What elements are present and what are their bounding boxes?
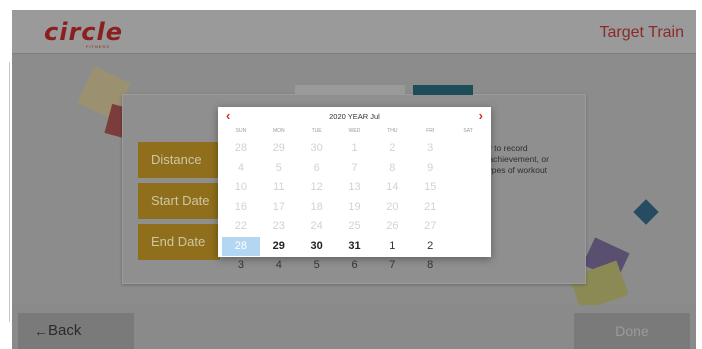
calendar-day-grid: 28 29 30 1 2 3 4 5 6 7 8 9 10 11 12 13 14 15 16 17 18 19 20 21 2… [218, 139, 491, 276]
calendar-day: 28 [234, 142, 248, 154]
calendar-day: 3 [427, 142, 434, 154]
calendar-day: 17 [272, 200, 285, 213]
calendar-day: 4 [237, 161, 244, 174]
calendar-day: 29 [272, 142, 285, 154]
calendar-day: 26 [386, 220, 399, 232]
calendar-day[interactable]: 2 [411, 237, 449, 257]
calendar-day: 9 [427, 161, 434, 174]
calendar-day: 19 [348, 200, 361, 213]
calendar-day: 25 [348, 220, 361, 232]
calendar-day: 2 [389, 142, 396, 154]
app-header: circle FITNESS Target Train [12, 10, 696, 54]
calendar-day: 16 [234, 200, 248, 213]
calendar-day[interactable]: 3 [222, 256, 260, 276]
chevron-right-icon[interactable]: › [479, 109, 483, 123]
weekday-label: MON [272, 128, 285, 134]
brand-logo-text: circle [44, 18, 124, 46]
weekday-label: TUE [311, 128, 322, 134]
distance-button[interactable]: Distance [138, 142, 220, 178]
calendar-day: 7 [351, 161, 358, 174]
description-line: et achievement, or [479, 154, 549, 164]
panel-tab[interactable] [295, 85, 405, 95]
done-button[interactable]: Done [574, 313, 690, 349]
panel-tab-active[interactable] [413, 85, 473, 95]
calendar-day: 11 [273, 181, 285, 193]
calendar-day: 10 [234, 181, 248, 193]
calendar-day: 23 [272, 220, 285, 232]
calendar-day[interactable]: 31 [336, 237, 374, 257]
weekday-label: WED [348, 128, 361, 134]
calendar-day: 21 [424, 200, 437, 213]
calendar-day: 1 [351, 142, 358, 154]
left-frame-edge [0, 62, 10, 322]
calendar-day[interactable]: 6 [336, 256, 374, 276]
calendar-day: 15 [424, 181, 437, 193]
calendar-day[interactable]: 4 [260, 256, 298, 276]
calendar-day: 6 [313, 161, 320, 174]
calendar-day: 18 [310, 200, 323, 213]
weekday-label: THU [387, 128, 398, 134]
start-date-button[interactable]: Start Date [138, 183, 220, 219]
calendar-day[interactable]: 8 [411, 256, 449, 276]
calendar-month-title: 2020 YEAR Jul [329, 112, 380, 121]
calendar-day: 30 [310, 142, 323, 154]
calendar-day[interactable]: 5 [298, 256, 336, 276]
calendar-day: 13 [348, 181, 361, 193]
end-date-button[interactable]: End Date [138, 224, 220, 260]
footer-bar: ← Back Done [12, 305, 696, 349]
calendar-day: 12 [310, 181, 323, 193]
back-button[interactable]: ← Back [18, 313, 134, 349]
calendar-day[interactable]: 1 [373, 237, 411, 257]
panel-description: vity to record et achievement, or ll typ… [479, 143, 587, 176]
calendar-day: 20 [386, 200, 399, 213]
calendar-day: 22 [234, 220, 248, 232]
weekday-label: FRI [426, 128, 435, 134]
description-line: vity to record [479, 143, 528, 153]
weekday-header-row: SUN MON TUE WED THU FRI SAT [218, 128, 491, 136]
weekday-label: SAT [463, 128, 473, 134]
weekday-label: SUN [235, 128, 247, 134]
calendar-day[interactable]: 30 [298, 237, 336, 257]
page-title: Target Train [599, 24, 684, 41]
date-picker-modal: ‹ 2020 YEAR Jul › SUN MON TUE WED THU FRI SAT … [218, 107, 491, 271]
calendar-day[interactable]: 7 [373, 256, 411, 276]
calendar-day: 8 [389, 161, 396, 174]
brand-logo-subtext: FITNESS [86, 44, 110, 49]
description-line: ll types of workout [479, 165, 548, 175]
back-button-label: Back [48, 322, 82, 339]
calendar-day[interactable]: 29 [260, 237, 298, 257]
brand-logo: circle FITNESS [44, 18, 144, 49]
calendar-day: 27 [424, 220, 437, 232]
back-arrow-icon: ← [34, 323, 48, 339]
calendar-day: 5 [275, 161, 282, 174]
calendar-day-selected[interactable]: 28 [222, 236, 260, 256]
calendar-day: 24 [310, 220, 323, 232]
calendar-day: 14 [386, 181, 399, 193]
